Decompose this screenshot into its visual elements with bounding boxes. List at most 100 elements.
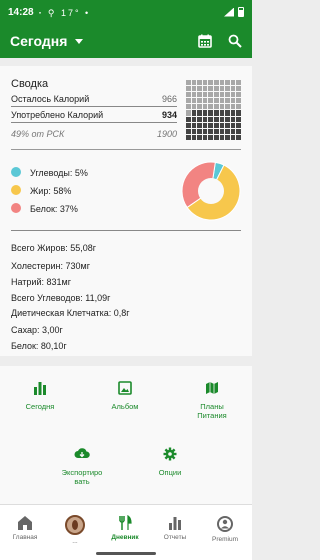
calorie-grid-cell xyxy=(213,92,219,98)
calorie-grid-cell xyxy=(197,104,202,110)
calorie-grid-cell xyxy=(213,110,219,116)
today-button[interactable]: Сегодня xyxy=(18,381,62,411)
calorie-grid-cell xyxy=(213,122,219,128)
bar-chart-icon xyxy=(34,382,46,395)
carbs-legend-dot xyxy=(11,167,21,177)
nutrient-total-fat: Всего Жиров: 55,08г xyxy=(11,243,97,253)
calorie-grid-cell xyxy=(202,122,208,128)
calorie-grid-cell xyxy=(219,80,225,86)
calorie-grid-cell xyxy=(208,80,213,86)
calorie-grid-cell xyxy=(230,86,236,92)
meal-plans-button[interactable]: Планы Питания xyxy=(186,381,238,420)
calorie-grid-cell xyxy=(186,80,191,86)
calorie-grid-cell xyxy=(225,92,230,98)
calorie-progress-grid xyxy=(186,80,241,140)
album-button[interactable]: Альбом xyxy=(103,381,147,411)
album-button-label: Альбом xyxy=(111,402,139,411)
meal-plans-button-label: Планы Питания xyxy=(197,402,227,420)
gear-icon xyxy=(163,447,177,461)
calorie-grid-cell xyxy=(191,128,197,134)
calorie-grid-cell xyxy=(208,134,213,140)
calorie-grid-cell xyxy=(191,110,197,116)
nav-home[interactable]: Главная xyxy=(0,505,50,547)
nav-premium[interactable]: Premium xyxy=(200,505,250,547)
page-title[interactable]: Сегодня xyxy=(10,33,67,49)
calorie-grid-cell xyxy=(202,104,208,110)
calorie-grid-cell xyxy=(186,128,191,134)
calorie-grid-cell xyxy=(208,110,213,116)
calorie-grid-cell xyxy=(186,104,191,110)
home-gesture-handle[interactable] xyxy=(96,552,156,555)
options-button-label: Опции xyxy=(158,468,182,477)
nutrient-sodium: Натрий: 831мг xyxy=(11,277,71,287)
calorie-grid-cell xyxy=(225,80,230,86)
calorie-grid-cell xyxy=(202,128,208,134)
calorie-grid-cell xyxy=(225,86,230,92)
options-button[interactable]: Опции xyxy=(148,447,192,477)
divider xyxy=(11,122,177,123)
calorie-grid-cell xyxy=(186,92,191,98)
status-time: 14:28 xyxy=(8,6,34,18)
calorie-grid-cell xyxy=(213,128,219,134)
nav-reports[interactable]: Отчеты xyxy=(150,505,200,547)
export-button[interactable]: Экспортиро вать xyxy=(56,447,108,486)
nav-profile[interactable]: ... xyxy=(50,505,100,547)
bar-chart-icon xyxy=(169,517,181,530)
chevron-down-icon[interactable] xyxy=(75,38,84,44)
consumed-calories-value: 934 xyxy=(161,110,177,120)
calorie-grid-cell xyxy=(202,134,208,140)
calorie-grid-cell xyxy=(191,116,197,122)
remaining-calories-value: 966 xyxy=(161,94,177,104)
utensils-icon xyxy=(119,515,132,530)
calorie-grid-cell xyxy=(197,92,202,98)
fat-legend-label: Жир: 58% xyxy=(30,186,72,196)
calorie-grid-cell xyxy=(186,110,191,116)
calorie-grid-cell xyxy=(191,104,197,110)
calorie-grid-cell xyxy=(186,134,191,140)
macros-donut-chart xyxy=(181,161,241,221)
calorie-grid-cell xyxy=(230,98,236,104)
calorie-grid-cell xyxy=(208,98,213,104)
calorie-grid-cell xyxy=(208,122,213,128)
calorie-grid-cell xyxy=(219,110,225,116)
calorie-grid-cell xyxy=(236,122,241,128)
calorie-grid-cell xyxy=(225,122,230,128)
calorie-grid-cell xyxy=(202,86,208,92)
nav-home-label: Главная xyxy=(12,534,38,541)
calorie-grid-cell xyxy=(197,110,202,116)
app-bar: Сегодня xyxy=(0,24,252,58)
calorie-grid-cell xyxy=(225,98,230,104)
calorie-grid-cell xyxy=(230,134,236,140)
export-button-label: Экспортиро вать xyxy=(61,468,103,486)
calorie-grid-cell xyxy=(236,104,241,110)
nav-premium-label: Premium xyxy=(211,536,238,543)
nav-diary[interactable]: Дневник xyxy=(100,505,150,547)
calendar-icon[interactable] xyxy=(198,34,212,48)
calorie-grid-cell xyxy=(208,128,213,134)
carbs-legend-label: Углеводы: 5% xyxy=(30,168,88,178)
calorie-grid-cell xyxy=(236,86,241,92)
search-icon[interactable] xyxy=(228,34,242,48)
calorie-grid-cell xyxy=(191,122,197,128)
nav-diary-label: Дневник xyxy=(111,534,139,541)
fat-legend-dot xyxy=(11,185,21,195)
nutrient-protein: Белок: 80,10г xyxy=(11,341,67,351)
protein-legend-label: Белок: 37% xyxy=(30,204,78,214)
calorie-grid-cell xyxy=(219,86,225,92)
calorie-grid-cell xyxy=(202,116,208,122)
calorie-grid-cell xyxy=(197,122,202,128)
calorie-grid-cell xyxy=(202,98,208,104)
calorie-grid-cell xyxy=(202,92,208,98)
home-icon xyxy=(18,516,32,530)
calorie-grid-cell xyxy=(219,92,225,98)
divider xyxy=(11,149,241,150)
calorie-grid-cell xyxy=(186,98,191,104)
divider xyxy=(11,230,241,231)
calorie-grid-cell xyxy=(219,128,225,134)
calorie-grid-cell xyxy=(191,80,197,86)
signal-icon xyxy=(224,7,234,17)
calorie-grid-cell xyxy=(219,116,225,122)
calorie-grid-cell xyxy=(197,128,202,134)
calorie-grid-cell xyxy=(225,104,230,110)
calorie-grid-cell xyxy=(225,110,230,116)
